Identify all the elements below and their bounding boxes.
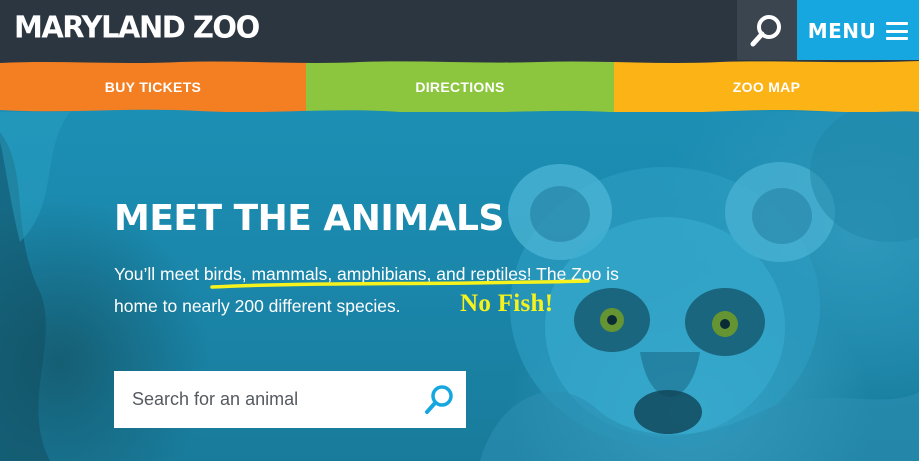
nav-item-label: ZOO MAP [732,79,801,95]
site-logo[interactable]: MARYLAND ZOO [14,9,260,45]
animal-search-input[interactable] [130,388,414,411]
nav-buy-tickets[interactable]: BUY TICKETS [0,60,306,114]
menu-button[interactable]: MENU [797,0,919,62]
header-search-button[interactable] [737,0,797,62]
nav-zoo-map[interactable]: ZOO MAP [614,60,919,114]
nav-item-label: BUY TICKETS [104,79,202,95]
primary-nav: BUY TICKETS DIRECTIONS ZOO MAP [0,60,919,114]
nav-directions[interactable]: DIRECTIONS [306,60,614,114]
nav-item-label: DIRECTIONS [415,79,505,95]
menu-label: MENU [807,19,877,43]
hero-section: MEET THE ANIMALS You’ll meet birds, mamm… [0,112,919,461]
hero-title: MEET THE ANIMALS [114,198,504,239]
hero-description-line-2: home to nearly 200 different species. [114,296,401,316]
animal-search-submit[interactable] [422,383,456,417]
magnifier-icon [425,385,453,414]
no-fish-annotation: No Fish! [460,290,554,317]
search-icon [750,15,781,47]
hamburger-icon [886,22,909,40]
animal-search-box [114,371,466,428]
top-header: MARYLAND ZOO MENU [0,0,919,62]
